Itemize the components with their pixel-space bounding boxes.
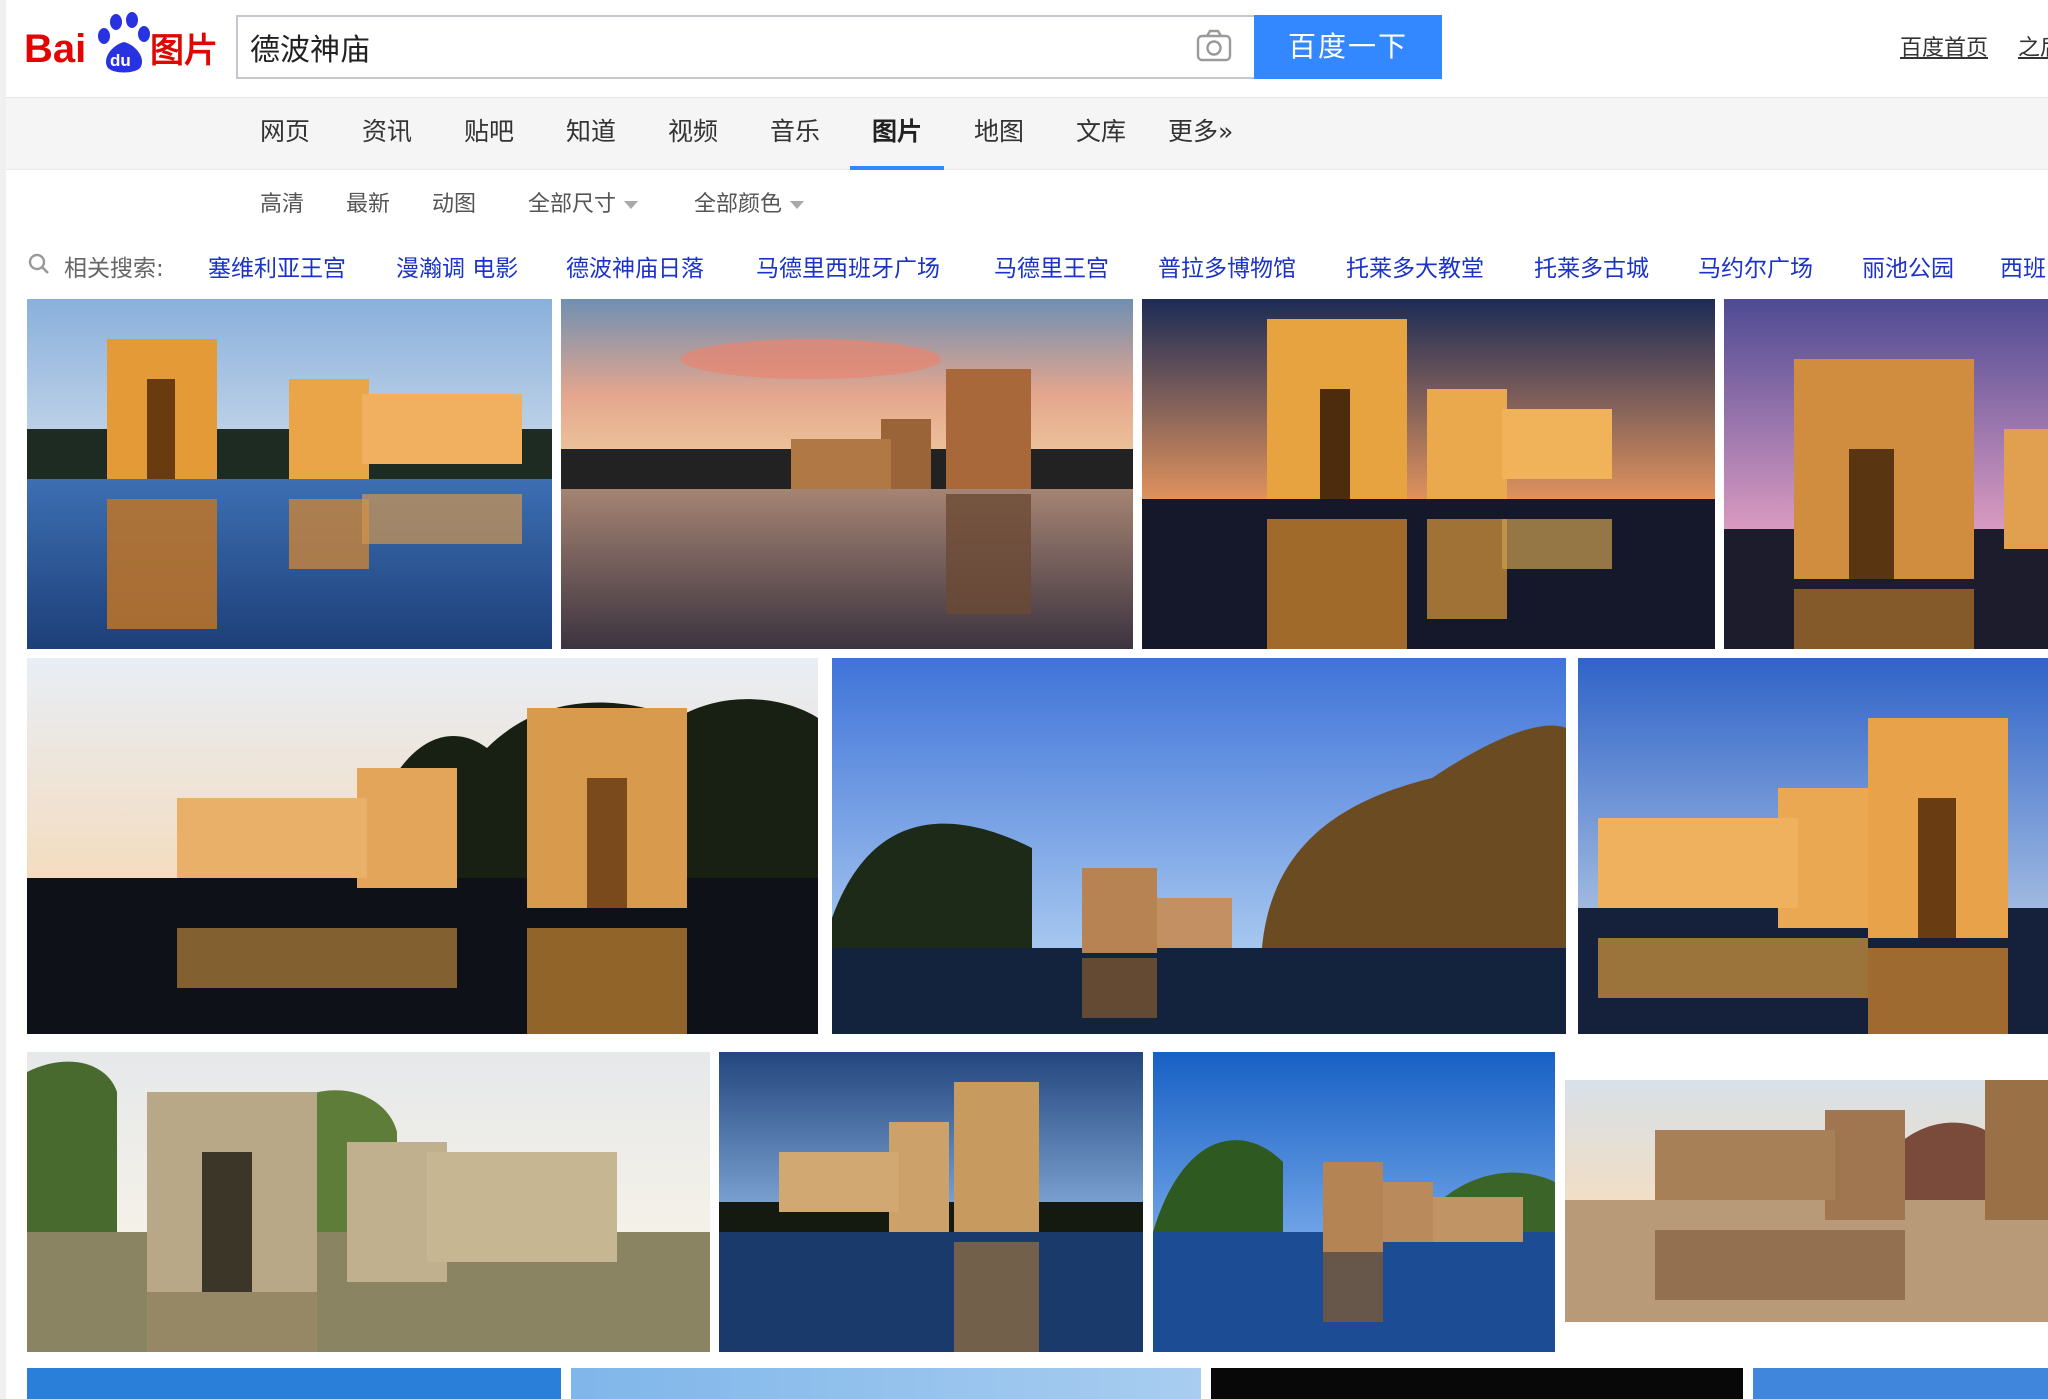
svg-text:图片: 图片 [150, 31, 218, 71]
related-searches: 相关搜索: 塞维利亚王宫 漫瀚调 电影 德波神庙日落 马德里西班牙广场 马德里王… [0, 240, 2048, 292]
tab-video[interactable]: 视频 [668, 98, 718, 170]
image-result[interactable] [1211, 1368, 1743, 1399]
baidu-home-link[interactable]: 百度首页 [1900, 30, 1988, 62]
svg-text:du: du [110, 51, 131, 70]
related-link[interactable]: 马德里王宫 [994, 249, 1109, 283]
tab-images[interactable]: 图片 [849, 98, 945, 170]
image-result[interactable] [1565, 1080, 2048, 1322]
left-rail [0, 0, 6, 1399]
nav-tabs: 网页 资讯 贴吧 知道 视频 音乐 图片 地图 文库 更多» [0, 98, 2048, 170]
related-link[interactable]: 丽池公园 [1862, 249, 1954, 283]
search-button[interactable]: 百度一下 [1254, 15, 1442, 79]
search-icon [28, 253, 50, 275]
image-result[interactable] [1753, 1368, 2048, 1399]
color-dropdown-label: 全部颜色 [694, 192, 783, 217]
color-dropdown[interactable]: 全部颜色 [694, 186, 805, 218]
image-result[interactable] [27, 1052, 710, 1352]
image-result[interactable] [561, 299, 1133, 649]
search-input[interactable] [250, 17, 1170, 77]
tab-news[interactable]: 资讯 [362, 98, 412, 170]
chevron-down-icon [790, 201, 805, 209]
related-link[interactable]: 普拉多博物馆 [1158, 249, 1296, 283]
search-box [236, 15, 1254, 79]
image-result[interactable] [1153, 1052, 1555, 1352]
image-result[interactable] [571, 1368, 1201, 1399]
image-result[interactable] [27, 658, 818, 1034]
image-result[interactable] [27, 1368, 561, 1399]
chevron-down-icon [624, 201, 639, 209]
related-link[interactable]: 托莱多大教堂 [1346, 249, 1484, 283]
filter-animated[interactable]: 动图 [432, 186, 476, 218]
related-link[interactable]: 塞维利亚王宫 [208, 249, 346, 283]
related-link[interactable]: 西班 [2000, 249, 2046, 283]
image-result[interactable] [1724, 299, 2048, 649]
image-result[interactable] [1142, 299, 1715, 649]
image-result[interactable] [1578, 658, 2048, 1034]
size-dropdown-label: 全部尺寸 [528, 192, 617, 217]
image-result[interactable] [27, 299, 552, 649]
related-link[interactable]: 漫瀚调 电影 [396, 249, 518, 283]
svg-text:Bai: Bai [24, 27, 86, 71]
size-dropdown[interactable]: 全部尺寸 [528, 186, 639, 218]
tab-more[interactable]: 更多» [1168, 98, 1233, 170]
image-result[interactable] [832, 658, 1566, 1034]
related-link[interactable]: 托莱多古城 [1534, 249, 1649, 283]
tab-zhidao[interactable]: 知道 [566, 98, 616, 170]
header: Bai du 图片 百度 [0, 0, 2048, 98]
page: Bai du 图片 百度 [0, 0, 2048, 1399]
baidu-paw-icon: Bai du 图片 [24, 12, 218, 73]
tab-map[interactable]: 地图 [974, 98, 1024, 170]
camera-icon[interactable] [1196, 29, 1232, 63]
related-link[interactable]: 马德里西班牙广场 [756, 249, 940, 283]
baidu-logo[interactable]: Bai du 图片 [24, 10, 224, 76]
image-result[interactable] [719, 1052, 1143, 1352]
tab-wenku[interactable]: 文库 [1076, 98, 1126, 170]
filter-bar: 高清 最新 动图 全部尺寸 全部颜色 [0, 170, 2048, 232]
filter-latest[interactable]: 最新 [346, 186, 390, 218]
filter-hd[interactable]: 高清 [260, 186, 304, 218]
related-label: 相关搜索: [64, 256, 164, 282]
tab-web[interactable]: 网页 [260, 98, 310, 170]
related-link[interactable]: 德波神庙日落 [566, 249, 704, 283]
tab-tieba[interactable]: 贴吧 [464, 98, 514, 170]
tab-music[interactable]: 音乐 [770, 98, 820, 170]
header-link-2[interactable]: 之后 [2018, 30, 2048, 62]
related-link[interactable]: 马约尔广场 [1698, 249, 1813, 283]
